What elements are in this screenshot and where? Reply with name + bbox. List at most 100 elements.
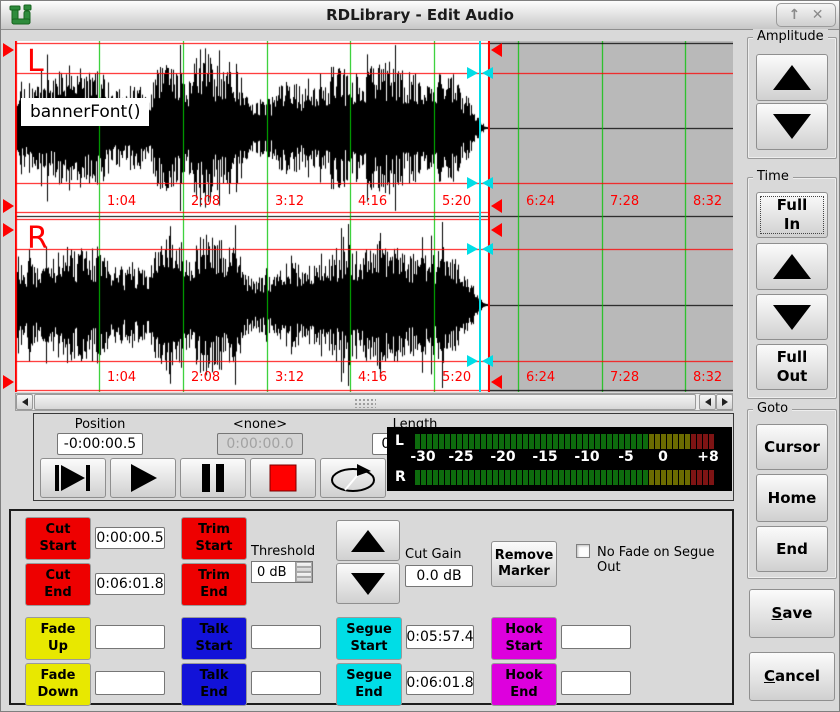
stop-button[interactable] bbox=[250, 458, 316, 498]
segue-marker-icon[interactable] bbox=[482, 243, 493, 255]
goto-end-button[interactable]: End bbox=[756, 526, 828, 572]
meter-segment bbox=[427, 434, 432, 449]
scrollbar-handle[interactable] bbox=[34, 394, 696, 410]
hook-start-button[interactable]: Hook Start bbox=[491, 617, 557, 660]
trim-end-button[interactable]: Trim End bbox=[181, 563, 247, 606]
cut-end-marker-icon[interactable] bbox=[491, 375, 502, 389]
threshold-down-button[interactable] bbox=[296, 572, 312, 582]
cut-gain-value: 0.0 dB bbox=[405, 565, 473, 587]
scroll-left-button[interactable] bbox=[16, 394, 33, 410]
meter-segment bbox=[589, 470, 594, 485]
up-arrow-icon bbox=[773, 254, 811, 279]
segue-marker-icon[interactable] bbox=[482, 67, 493, 79]
segue-marker-icon[interactable] bbox=[482, 177, 493, 189]
meter-right-label: R bbox=[395, 469, 415, 485]
down-arrow-icon bbox=[773, 114, 811, 139]
right-channel-label: R bbox=[27, 224, 48, 254]
talk-start-button[interactable]: Talk Start bbox=[181, 617, 247, 660]
meter-segment bbox=[451, 434, 456, 449]
talk-end-button[interactable]: Talk End bbox=[181, 663, 247, 706]
time-label: 3:12 bbox=[275, 370, 304, 385]
close-window-icon[interactable]: ✕ bbox=[812, 7, 824, 23]
meter-segment bbox=[475, 470, 480, 485]
cancel-button[interactable]: Cancel bbox=[749, 652, 835, 701]
meter-segment bbox=[553, 434, 558, 449]
right-arrow-icon bbox=[722, 398, 728, 406]
hook-end-button[interactable]: Hook End bbox=[491, 663, 557, 706]
fade-down-value bbox=[95, 671, 165, 695]
meter-segment bbox=[625, 470, 630, 485]
gain-down-button[interactable] bbox=[336, 563, 400, 604]
meter-segment bbox=[619, 470, 624, 485]
segue-marker-icon[interactable] bbox=[467, 177, 478, 189]
amplitude-down-button[interactable] bbox=[756, 103, 828, 150]
meter-segment bbox=[433, 434, 438, 449]
zoom-full-out-button[interactable]: Full Out bbox=[756, 344, 828, 390]
segue-marker-icon[interactable] bbox=[467, 243, 478, 255]
cut-start-marker-left-bottom-icon bbox=[3, 199, 14, 213]
cut-end-marker-icon[interactable] bbox=[491, 223, 502, 237]
segue-start-button[interactable]: Segue Start bbox=[336, 617, 402, 660]
goto-group: Goto Cursor Home End bbox=[747, 409, 837, 579]
pause-button[interactable] bbox=[180, 458, 246, 498]
hook-start-value bbox=[561, 625, 631, 649]
meter-segment bbox=[415, 434, 420, 449]
meter-segment bbox=[685, 470, 690, 485]
amplitude-group: Amplitude bbox=[747, 37, 837, 159]
shade-window-icon[interactable]: ↑ bbox=[789, 7, 801, 23]
fade-down-button[interactable]: Fade Down bbox=[25, 663, 91, 706]
segue-marker-icon[interactable] bbox=[467, 67, 478, 79]
meter-segment bbox=[685, 434, 690, 449]
loop-button[interactable] bbox=[320, 458, 386, 498]
zoom-out-button[interactable] bbox=[756, 294, 828, 340]
meter-scale-label: -15 bbox=[532, 449, 557, 465]
segue-marker-icon[interactable] bbox=[482, 355, 493, 367]
transport-panel: Position -0:00:00.5 <none> 0:00:00.0 Len… bbox=[33, 413, 734, 501]
play-from-cursor-button[interactable] bbox=[40, 458, 106, 498]
meter-segment bbox=[649, 470, 654, 485]
threshold-up-button[interactable] bbox=[296, 562, 312, 572]
meter-segment bbox=[667, 434, 672, 449]
goto-cursor-button[interactable]: Cursor bbox=[756, 424, 828, 470]
meter-segment bbox=[679, 470, 684, 485]
waveform-canvas[interactable] bbox=[15, 41, 733, 392]
meter-segment bbox=[583, 470, 588, 485]
audio-meter: L -30-25-20-15-10-50+8 R bbox=[387, 427, 732, 491]
waveform-display[interactable]: L R bannerFont() 1:042:083:124:165:206:2… bbox=[15, 41, 733, 392]
gain-up-button[interactable] bbox=[336, 520, 400, 561]
meter-segment bbox=[517, 470, 522, 485]
position-readout: -0:00:00.5 bbox=[57, 433, 143, 455]
zoom-full-in-button[interactable]: Full In bbox=[756, 192, 828, 238]
down-arrow-icon bbox=[297, 576, 311, 578]
threshold-spinbox[interactable]: 0 dB bbox=[251, 561, 313, 583]
waveform-scrollbar[interactable] bbox=[15, 393, 733, 411]
amplitude-up-button[interactable] bbox=[756, 54, 828, 101]
meter-segment bbox=[481, 470, 486, 485]
cut-end-marker-icon[interactable] bbox=[491, 43, 502, 57]
no-fade-checkbox[interactable] bbox=[576, 544, 590, 558]
cut-end-marker-icon[interactable] bbox=[491, 199, 502, 213]
trim-start-button[interactable]: Trim Start bbox=[181, 517, 247, 560]
banner-font-overlay: bannerFont() bbox=[21, 98, 149, 126]
time-label: 3:12 bbox=[275, 194, 304, 209]
goto-home-button[interactable]: Home bbox=[756, 474, 828, 522]
time-label: 8:32 bbox=[693, 194, 722, 209]
fade-up-button[interactable]: Fade Up bbox=[25, 617, 91, 660]
cut-start-button[interactable]: Cut Start bbox=[25, 517, 91, 560]
play-button[interactable] bbox=[110, 458, 176, 498]
zoom-in-button[interactable] bbox=[756, 243, 828, 290]
segue-end-button[interactable]: Segue End bbox=[336, 663, 402, 706]
segue-start-value: 0:05:57.4 bbox=[406, 625, 474, 649]
save-button[interactable]: Save bbox=[749, 589, 835, 638]
cut-end-button[interactable]: Cut End bbox=[25, 563, 91, 606]
meter-segment bbox=[649, 434, 654, 449]
segue-marker-icon[interactable] bbox=[467, 355, 478, 367]
scroll-left-button-2[interactable] bbox=[699, 394, 716, 410]
time-label: 8:32 bbox=[693, 370, 722, 385]
cut-end-line[interactable] bbox=[488, 41, 490, 392]
segue-start-line[interactable] bbox=[479, 41, 481, 392]
meter-segment bbox=[589, 434, 594, 449]
remove-marker-button[interactable]: Remove Marker bbox=[491, 541, 557, 587]
down-arrow-icon bbox=[773, 305, 811, 330]
scroll-right-button[interactable] bbox=[716, 394, 733, 410]
